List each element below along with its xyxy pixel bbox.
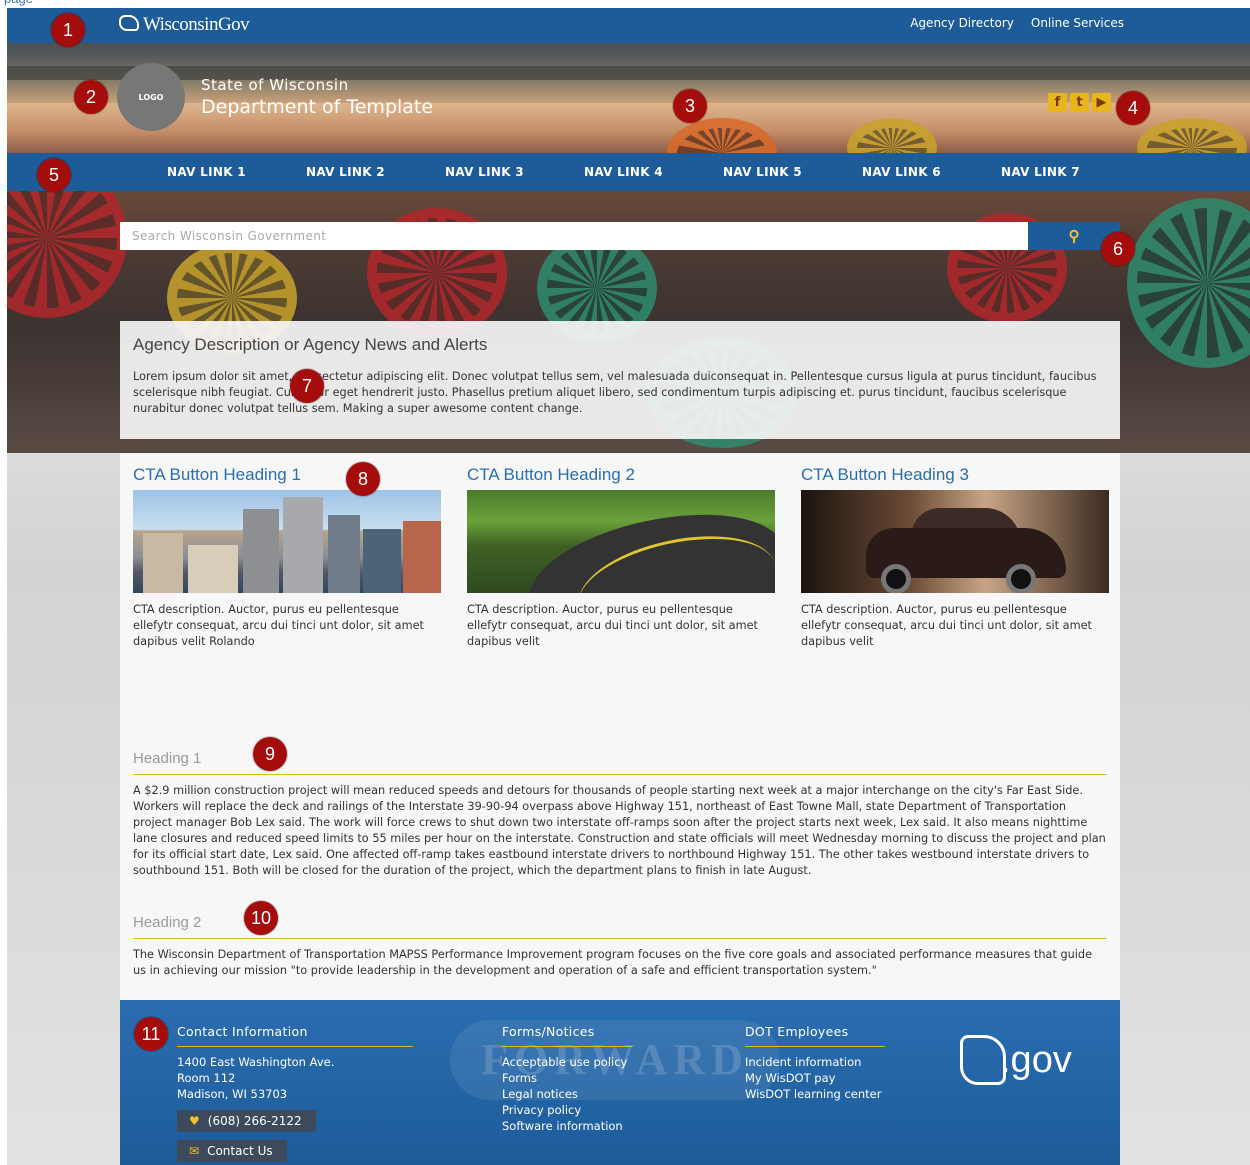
- footer-employees: DOT Employees Incident information My Wi…: [745, 1024, 885, 1102]
- footer-link[interactable]: Software information: [502, 1118, 632, 1134]
- description-title: Agency Description or Agency News and Al…: [133, 335, 488, 354]
- nav-link-7[interactable]: NAV LINK 7: [1001, 153, 1140, 191]
- cta-description: CTA description. Auctor, purus eu pellen…: [133, 603, 424, 648]
- agency-description: Agency Description or Agency News and Al…: [120, 321, 1120, 439]
- top-utility-bar: WisconsinGov Agency Directory Online Ser…: [7, 8, 1250, 43]
- footer-forms: Forms/Notices Acceptable use policy Form…: [502, 1024, 632, 1134]
- annotation-marker: 10: [244, 901, 278, 935]
- annotation-marker: 5: [37, 158, 71, 192]
- footer-link[interactable]: Incident information: [745, 1054, 885, 1070]
- site-footer: FORWARD Contact Information 1400 East Wa…: [120, 1000, 1120, 1165]
- agency-directory-link[interactable]: Agency Directory: [910, 16, 1014, 30]
- nav-link-5[interactable]: NAV LINK 5: [723, 153, 862, 191]
- cta-image-car[interactable]: [801, 490, 1109, 593]
- cta-heading[interactable]: CTA Button Heading 1: [133, 465, 441, 485]
- nav-link-2[interactable]: NAV LINK 2: [306, 153, 445, 191]
- cta-image-city[interactable]: [133, 490, 441, 593]
- terrace-chair: [1127, 198, 1250, 368]
- address-line: Room 112: [177, 1071, 236, 1085]
- description-body: Lorem ipsum dolor sit amet, consectetur …: [133, 370, 1097, 415]
- annotation-marker: 6: [1101, 232, 1135, 266]
- search-icon: ⚲: [1068, 228, 1080, 245]
- footer-heading: Forms/Notices: [502, 1024, 632, 1047]
- footer-link[interactable]: Legal notices: [502, 1086, 632, 1102]
- agency-logo[interactable]: LOGO: [117, 63, 185, 131]
- annotation-marker: 8: [346, 462, 380, 496]
- state-name: State of Wisconsin: [201, 76, 349, 94]
- section-body: A $2.9 million construction project will…: [133, 784, 1106, 877]
- footer-link[interactable]: My WisDOT pay: [745, 1070, 885, 1086]
- cta-card[interactable]: CTA Button Heading 3 CTA description. Au…: [801, 465, 1109, 650]
- footer-contact: Contact Information 1400 East Washington…: [177, 1024, 413, 1162]
- content-section: Heading 1 A $2.9 million construction pr…: [133, 750, 1107, 879]
- nav-link-4[interactable]: NAV LINK 4: [584, 153, 723, 191]
- page-frame: WisconsinGov Agency Directory Online Ser…: [7, 8, 1250, 1165]
- facebook-icon[interactable]: f: [1048, 93, 1067, 112]
- annotation-marker: 2: [74, 80, 108, 114]
- cta-description: CTA description. Auctor, purus eu pellen…: [801, 603, 1092, 648]
- cta-row: CTA Button Heading 1 CTA description. Au…: [133, 465, 1109, 650]
- phone-button[interactable]: ♥ (608) 266-2122: [177, 1110, 316, 1132]
- chat-icon: ♥: [189, 1114, 200, 1128]
- page-label: page: [4, 0, 33, 6]
- twitter-icon[interactable]: t: [1070, 93, 1089, 112]
- annotation-marker: 3: [673, 89, 707, 123]
- section-body: The Wisconsin Department of Transportati…: [133, 948, 1093, 977]
- annotation-marker: 1: [51, 13, 85, 47]
- address-line: 1400 East Washington Ave.: [177, 1055, 335, 1069]
- department-name: Department of Template: [201, 96, 434, 118]
- cta-card[interactable]: CTA Button Heading 2 CTA description. Au…: [467, 465, 775, 650]
- footer-heading: DOT Employees: [745, 1024, 885, 1047]
- footer-link[interactable]: Forms: [502, 1070, 632, 1086]
- cta-card[interactable]: CTA Button Heading 1 CTA description. Au…: [133, 465, 441, 650]
- wisconsin-gov-footer-logo[interactable]: .gov: [960, 1035, 1072, 1085]
- wisconsin-state-icon: [119, 15, 139, 31]
- utility-links: Agency Directory Online Services: [910, 16, 1124, 30]
- footer-link[interactable]: WisDOT learning center: [745, 1086, 885, 1102]
- contact-us-button[interactable]: ✉ Contact Us: [177, 1140, 287, 1162]
- address-line: Madison, WI 53703: [177, 1087, 288, 1101]
- social-icons: f t ▶: [1048, 93, 1111, 112]
- online-services-link[interactable]: Online Services: [1031, 16, 1124, 30]
- search-input[interactable]: [120, 222, 1028, 250]
- footer-link[interactable]: Privacy policy: [502, 1102, 632, 1118]
- nav-link-1[interactable]: NAV LINK 1: [167, 153, 306, 191]
- cta-heading[interactable]: CTA Button Heading 2: [467, 465, 775, 485]
- content-section: Heading 2 The Wisconsin Department of Tr…: [133, 914, 1107, 979]
- envelope-icon: ✉: [189, 1144, 200, 1158]
- search-bar: ⚲: [120, 222, 1120, 250]
- main-nav: NAV LINK 1 NAV LINK 2 NAV LINK 3 NAV LIN…: [7, 153, 1250, 191]
- cta-description: CTA description. Auctor, purus eu pellen…: [467, 603, 758, 648]
- youtube-icon[interactable]: ▶: [1092, 93, 1111, 112]
- footer-link[interactable]: Acceptable use policy: [502, 1054, 632, 1070]
- wisconsin-gov-logo[interactable]: WisconsinGov: [119, 14, 250, 36]
- annotation-marker: 4: [1116, 91, 1150, 125]
- annotation-marker: 11: [134, 1017, 168, 1051]
- nav-link-3[interactable]: NAV LINK 3: [445, 153, 584, 191]
- annotation-marker: 9: [253, 737, 287, 771]
- cta-image-road[interactable]: [467, 490, 775, 593]
- nav-link-6[interactable]: NAV LINK 6: [862, 153, 1001, 191]
- agency-branding: LOGO State of Wisconsin Department of Te…: [117, 63, 433, 131]
- annotation-marker: 7: [290, 369, 324, 403]
- footer-heading: Contact Information: [177, 1024, 413, 1047]
- cta-heading[interactable]: CTA Button Heading 3: [801, 465, 1109, 485]
- section-heading: Heading 2: [133, 914, 1107, 939]
